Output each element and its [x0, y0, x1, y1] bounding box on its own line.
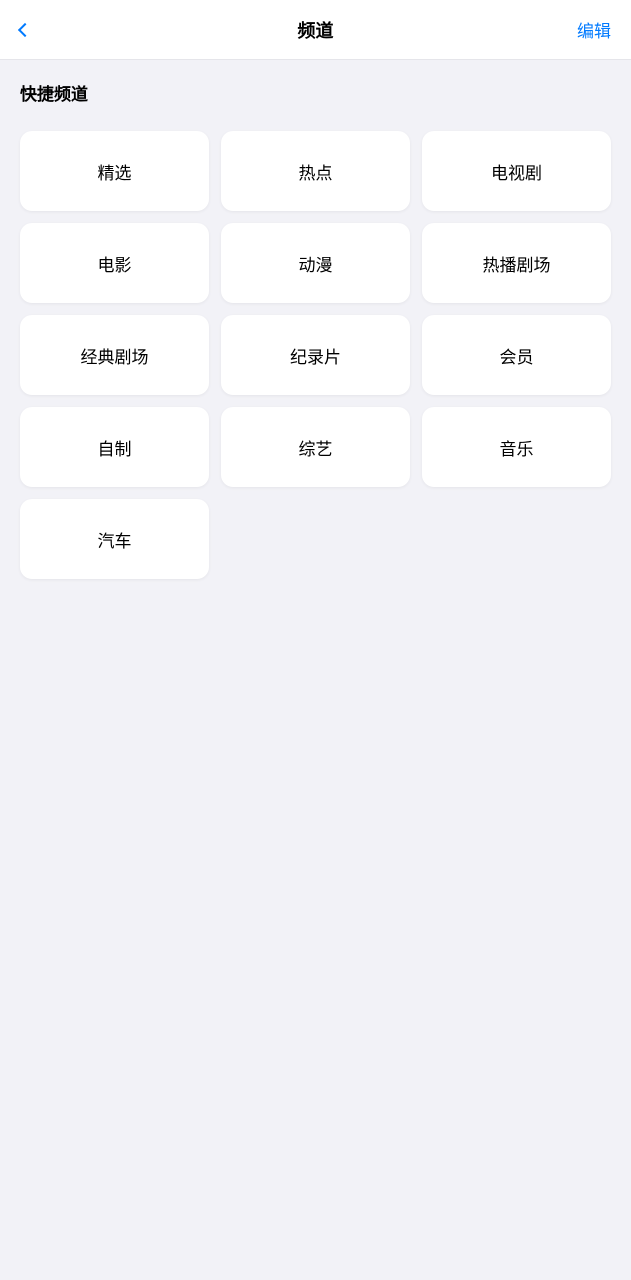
channel-item-variety[interactable]: 综艺	[221, 407, 410, 487]
channel-item-self-made[interactable]: 自制	[20, 407, 209, 487]
channel-item-tv-drama[interactable]: 电视剧	[422, 131, 611, 211]
channel-item-animation[interactable]: 动漫	[221, 223, 410, 303]
channel-item-documentary[interactable]: 纪录片	[221, 315, 410, 395]
section-title: 快捷频道	[20, 80, 611, 105]
back-button[interactable]	[20, 25, 80, 35]
back-arrow-icon	[18, 22, 32, 36]
channel-item-music[interactable]: 音乐	[422, 407, 611, 487]
edit-button[interactable]: 编辑	[551, 17, 611, 42]
channel-item-hot-drama[interactable]: 热播剧场	[422, 223, 611, 303]
quick-channels-section: 快捷频道	[0, 60, 631, 131]
channel-item-auto[interactable]: 汽车	[20, 499, 209, 579]
channel-item-movie[interactable]: 电影	[20, 223, 209, 303]
channel-item-classic-drama[interactable]: 经典剧场	[20, 315, 209, 395]
channel-item-featured[interactable]: 精选	[20, 131, 209, 211]
channel-item-vip[interactable]: 会员	[422, 315, 611, 395]
channel-grid: 精选热点电视剧电影动漫热播剧场经典剧场纪录片会员自制综艺音乐汽车	[0, 131, 631, 599]
page-title: 频道	[298, 17, 334, 43]
app-header: 频道 编辑	[0, 0, 631, 60]
channel-item-hot[interactable]: 热点	[221, 131, 410, 211]
